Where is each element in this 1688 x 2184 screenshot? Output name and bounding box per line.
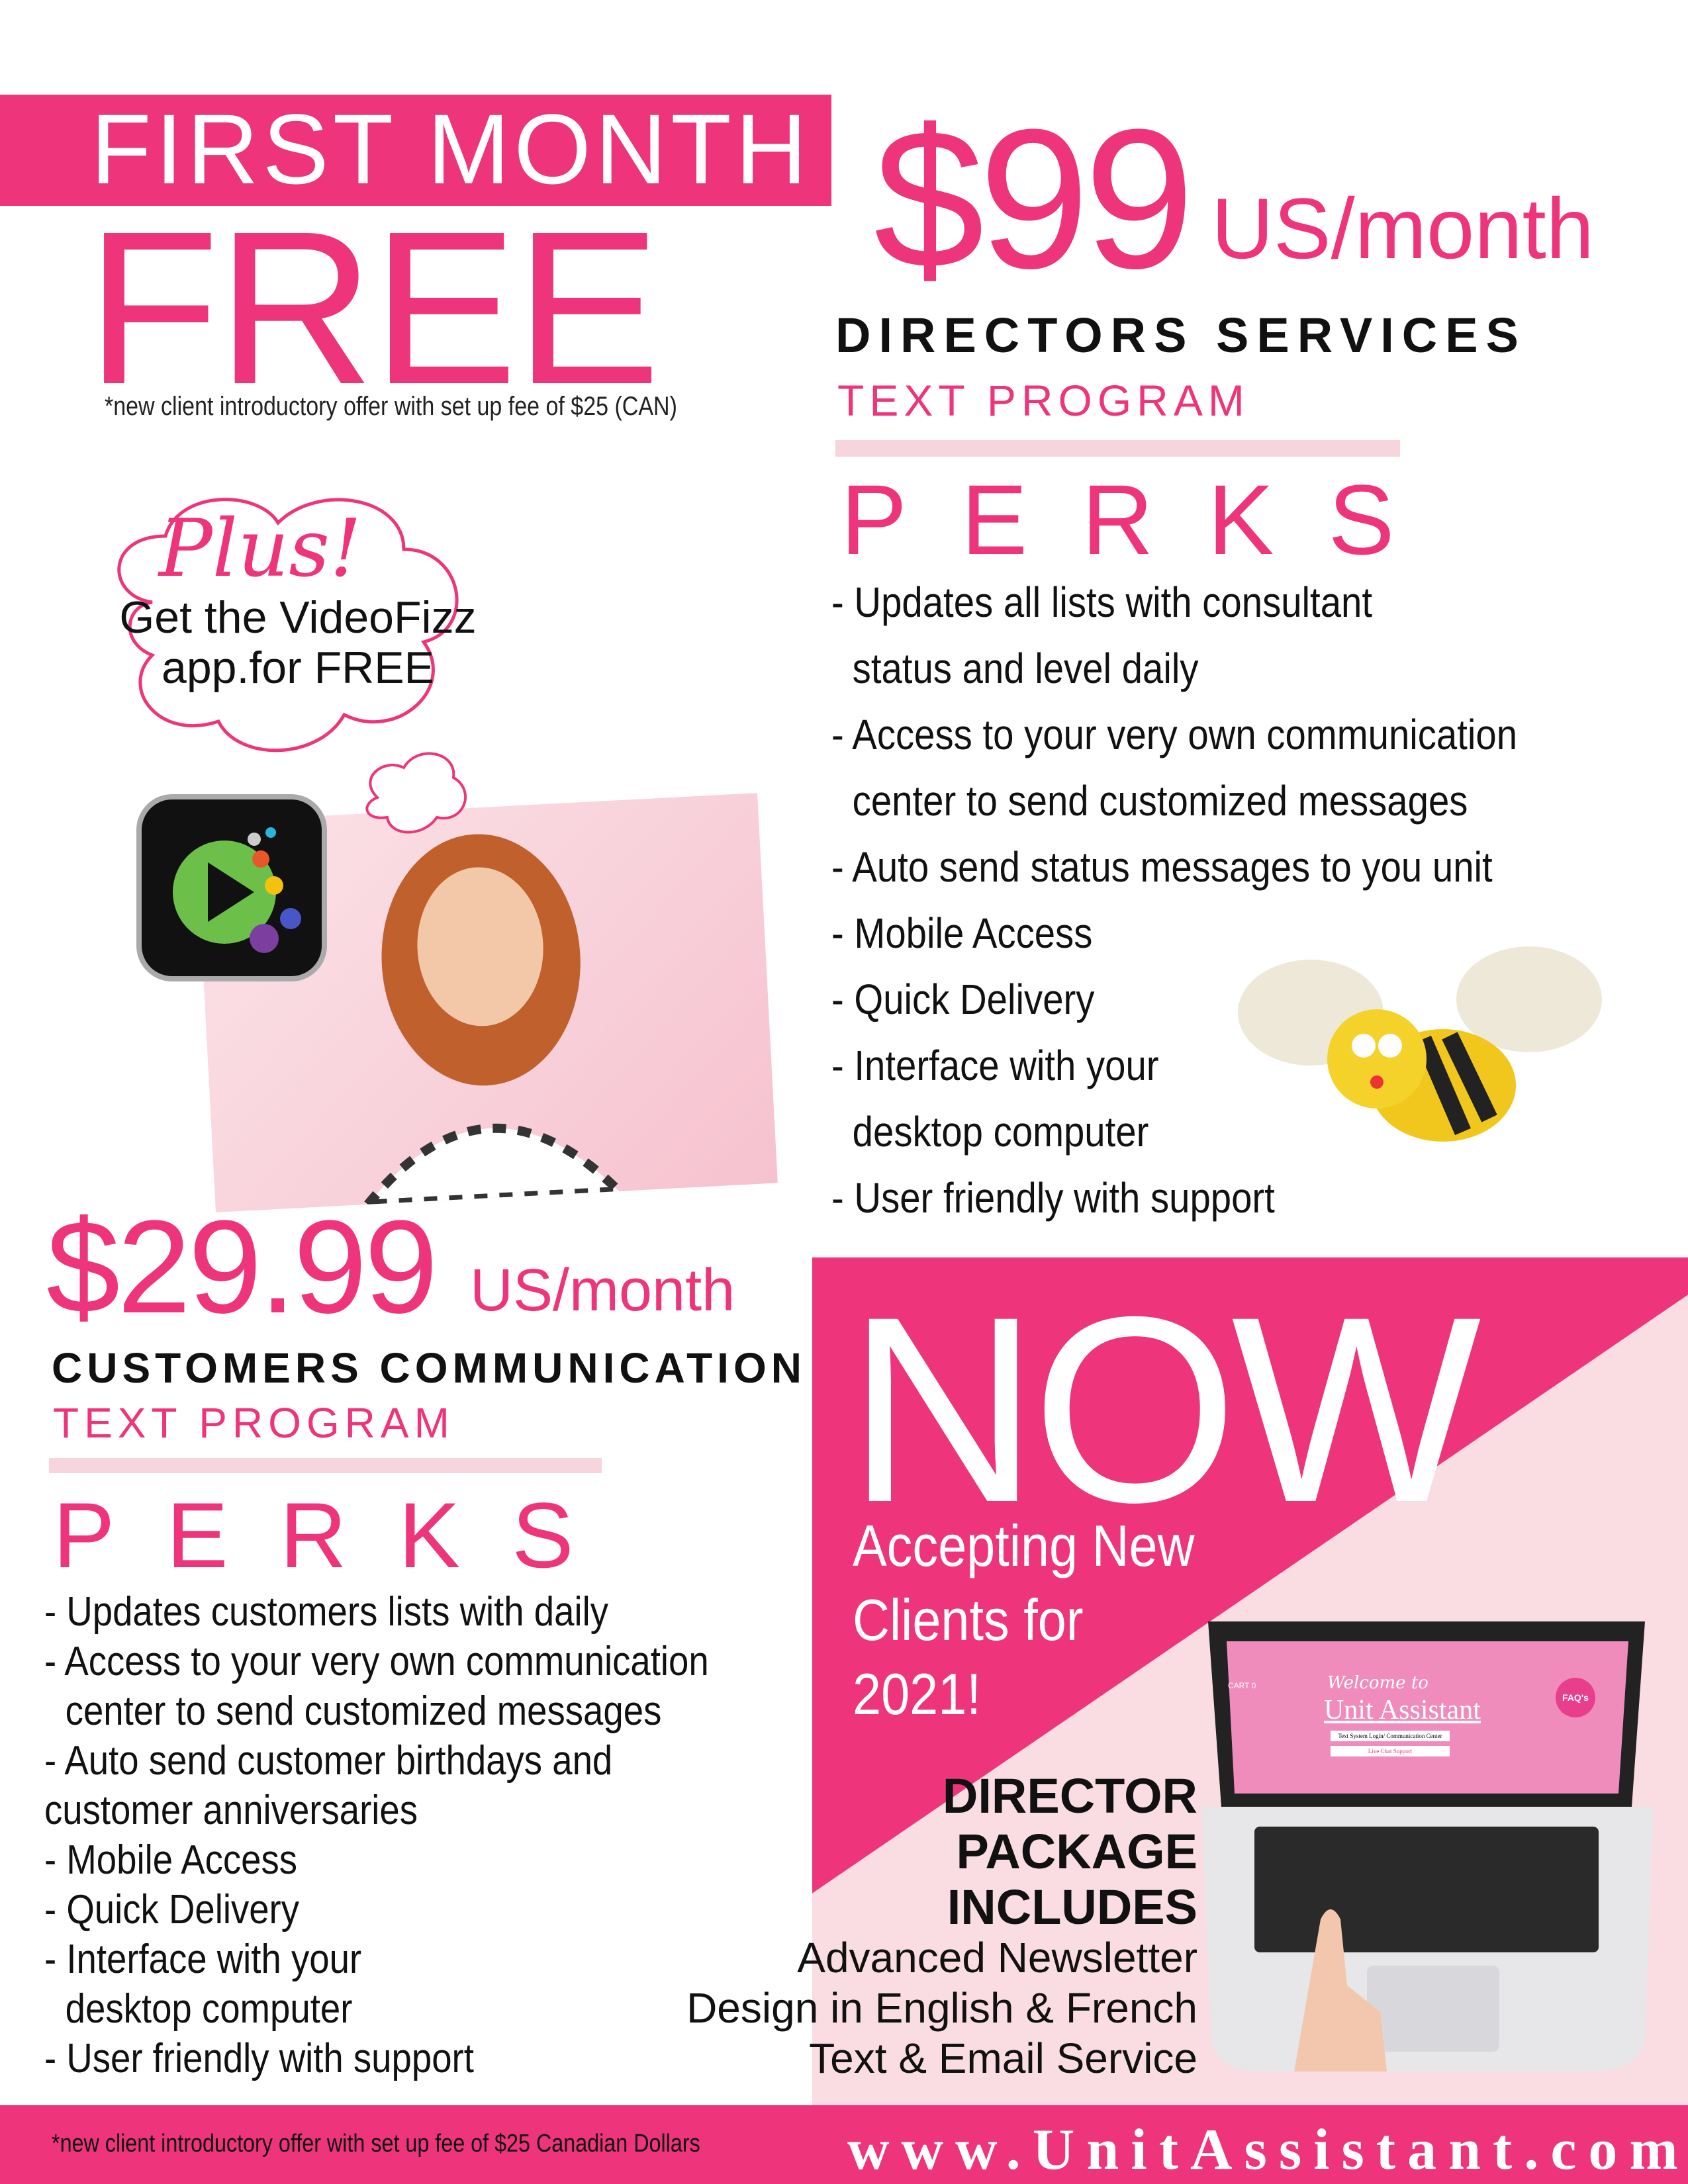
list-item: - Mobile Access — [44, 1837, 298, 1883]
list-item: - Auto send status messages to you unit — [831, 843, 1493, 891]
plus-script: Plus! — [159, 503, 362, 595]
customers-subtitle: TEXT PROGRAM — [53, 1399, 455, 1447]
directors-price-unit: US/month — [1211, 180, 1595, 277]
list-item: - Updates customers lists with daily — [44, 1589, 609, 1635]
list-item: customer anniversaries — [44, 1788, 418, 1833]
promo-line: Get the VideoFizz — [119, 592, 477, 643]
list-item: status and level daily — [852, 645, 1199, 692]
package-items: Advanced Newsletter Design in English & F… — [686, 1933, 1197, 2083]
accept-line: Clients for — [853, 1587, 1084, 1653]
divider — [835, 440, 1400, 457]
login-button: Text System Login/ Communication Center — [1331, 1731, 1450, 1741]
directors-title: DIRECTORS SERVICES — [835, 308, 1526, 363]
list-item: - Access to your very own communication — [831, 711, 1518, 758]
perks-heading: PERKS — [53, 1483, 626, 1587]
customers-title: CUSTOMERS COMMUNICATION — [52, 1344, 806, 1392]
heading-line: INCLUDES — [947, 1880, 1197, 1934]
videofizz-app-icon — [136, 794, 327, 981]
footer-note: *new client introductory offer with set … — [52, 2130, 700, 2158]
perks-heading: PERKS — [841, 464, 1449, 575]
heading-line: DIRECTOR — [942, 1768, 1197, 1823]
promo-line: app.for FREE — [162, 643, 434, 693]
list-item: desktop computer — [65, 1986, 353, 2032]
package-heading: DIRECTOR PACKAGE INCLUDES — [943, 1768, 1197, 1935]
live-chat-button: Live Chat Support — [1331, 1746, 1450, 1756]
list-item: - Auto send customer birthdays and — [44, 1738, 613, 1784]
videofizz-promo: Get the VideoFizz app.for FREE — [113, 592, 483, 693]
accept-line: 2021! — [853, 1661, 981, 1727]
list-item: - Quick Delivery — [44, 1887, 300, 1933]
directors-price: $99 — [874, 87, 1195, 310]
site-brand: Unit Assistant — [1324, 1695, 1481, 1725]
offer-note: *new client introductory offer with set … — [105, 392, 677, 421]
list-item: - Access to your very own communication — [44, 1639, 709, 1684]
divider — [49, 1458, 602, 1473]
faq-badge: FAQ's — [1556, 1678, 1595, 1717]
accepting-clients: Accepting New Clients for 2021! — [853, 1509, 1195, 1731]
customers-price-unit: US/month — [470, 1257, 735, 1324]
now-headline: NOW — [847, 1261, 1481, 1557]
welcome-text: Welcome to — [1327, 1673, 1429, 1693]
list-item: - Updates all lists with consultant — [831, 578, 1372, 626]
free-text: FREE — [86, 185, 661, 430]
laptop-image: CART 0 Welcome to Unit Assistant Text Sy… — [1195, 1615, 1660, 2075]
cart-label: CART 0 — [1228, 1681, 1256, 1690]
first-month-text: FIRST MONTH — [91, 93, 812, 205]
list-item: center to send customized messages — [852, 777, 1468, 825]
website-link[interactable]: www.UnitAssistant.com — [847, 2116, 1688, 2183]
customers-price: $29.99 — [46, 1193, 438, 1341]
package-item: Design in English & French — [686, 1984, 1197, 2032]
list-item: - User friendly with support — [44, 2036, 474, 2081]
package-item: Advanced Newsletter — [797, 1934, 1197, 1981]
list-item: - Interface with your — [44, 1936, 362, 1982]
list-item: center to send customized messages — [65, 1688, 662, 1734]
bee-illustration — [1238, 946, 1602, 1142]
directors-subtitle: TEXT PROGRAM — [837, 376, 1250, 425]
small-cloud — [365, 752, 467, 834]
accept-line: Accepting New — [853, 1513, 1195, 1578]
package-item: Text & Email Service — [809, 2034, 1197, 2082]
heading-line: PACKAGE — [956, 1824, 1197, 1879]
